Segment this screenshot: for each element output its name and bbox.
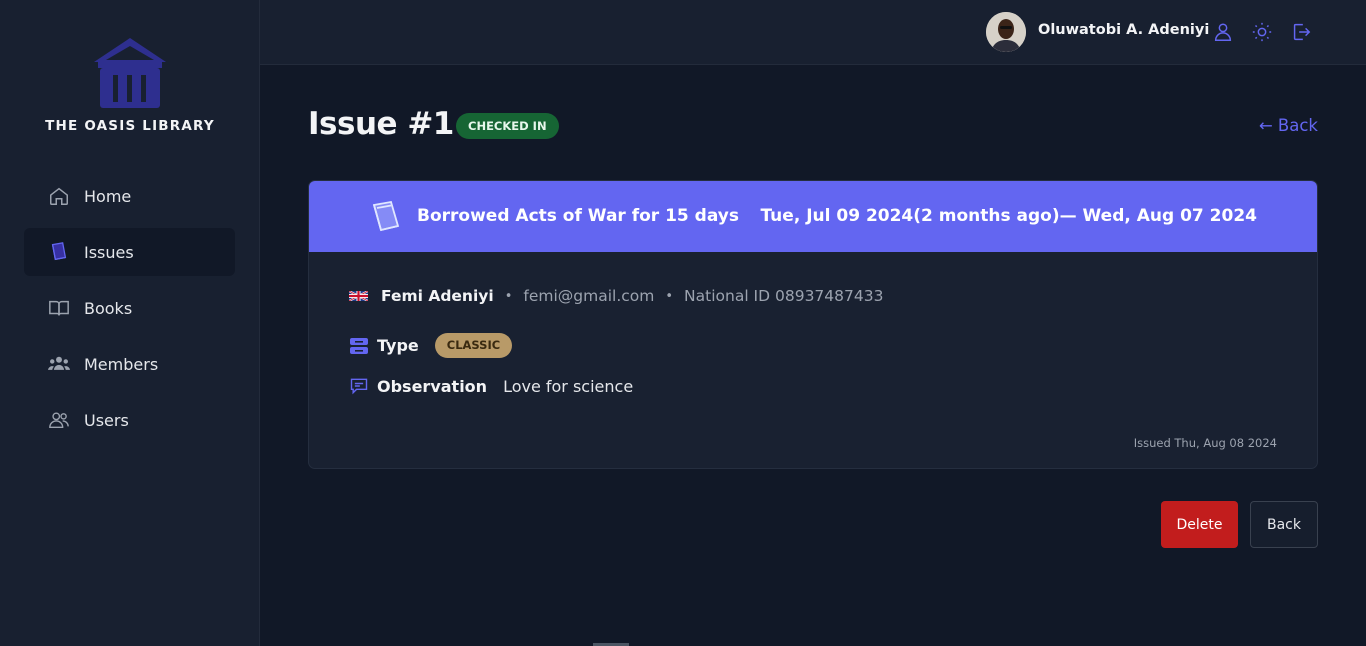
issue-card: Borrowed Acts of War for 15 days Tue, Ju… (308, 180, 1318, 469)
logo-text: THE OASIS LIBRARY (45, 118, 215, 134)
member-name[interactable]: Femi Adeniyi (381, 287, 494, 305)
profile-icon[interactable] (1212, 21, 1234, 43)
borrowed-text: Borrowed Acts of War for 15 days (417, 206, 739, 226)
book-icon (371, 200, 401, 237)
sidebar-item-users[interactable]: Users (24, 396, 235, 444)
avatar[interactable] (986, 12, 1026, 52)
observation-row: Observation Love for science (349, 376, 633, 396)
back-link[interactable]: ← Back (1259, 116, 1318, 135)
issue-card-header: Borrowed Acts of War for 15 days Tue, Ju… (309, 181, 1317, 252)
library-building-icon (94, 38, 166, 108)
home-icon (48, 185, 70, 207)
page-title: Issue #1 (308, 106, 454, 142)
sidebar-item-members[interactable]: Members (24, 340, 235, 388)
member-row: Femi Adeniyi • femi@gmail.com • National… (349, 287, 883, 305)
type-badge: CLASSIC (434, 333, 513, 358)
inbox-tray-icon (349, 336, 369, 356)
member-email: femi@gmail.com (523, 287, 655, 305)
type-row: Type CLASSIC (349, 333, 513, 358)
sidebar-item-label: Home (84, 186, 132, 206)
comment-icon (349, 376, 369, 396)
sidebar-item-books[interactable]: Books (24, 284, 235, 332)
members-icon (48, 353, 70, 375)
user-name: Oluwatobi A. Adeniyi (1038, 22, 1210, 38)
open-book-icon (48, 297, 70, 319)
sun-icon[interactable] (1251, 21, 1273, 43)
top-bar: Oluwatobi A. Adeniyi (260, 0, 1366, 65)
logout-icon[interactable] (1290, 21, 1312, 43)
app-logo[interactable]: THE OASIS LIBRARY (0, 36, 260, 134)
national-id: National ID 08937487433 (684, 287, 884, 305)
observation-label: Observation (377, 376, 488, 396)
sidebar-item-label: Issues (84, 242, 134, 262)
type-label: Type (377, 336, 419, 355)
issue-dates: Tue, Jul 09 2024(2 months ago)— Wed, Aug… (760, 206, 1257, 226)
sidebar-item-label: Books (84, 298, 133, 318)
delete-button[interactable]: Delete (1161, 501, 1238, 548)
sidebar-item-home[interactable]: Home (24, 172, 235, 220)
back-button[interactable]: Back (1250, 501, 1318, 548)
observation-value: Love for science (503, 376, 634, 396)
separator-dot: • (665, 288, 674, 304)
status-badge: CHECKED IN (456, 113, 559, 139)
issues-book-icon (48, 241, 70, 263)
sidebar-item-label: Users (84, 410, 129, 430)
sidebar-item-label: Members (84, 354, 159, 374)
sidebar-item-issues[interactable]: Issues (24, 228, 235, 276)
issued-date: Issued Thu, Aug 08 2024 (1133, 436, 1277, 450)
separator-dot: • (504, 288, 513, 304)
sidebar-nav: Home Issues Books Members Users (24, 172, 235, 452)
sidebar: THE OASIS LIBRARY Home Issues Books Memb… (0, 0, 260, 646)
uk-flag-icon (349, 291, 368, 301)
users-icon (48, 409, 70, 431)
